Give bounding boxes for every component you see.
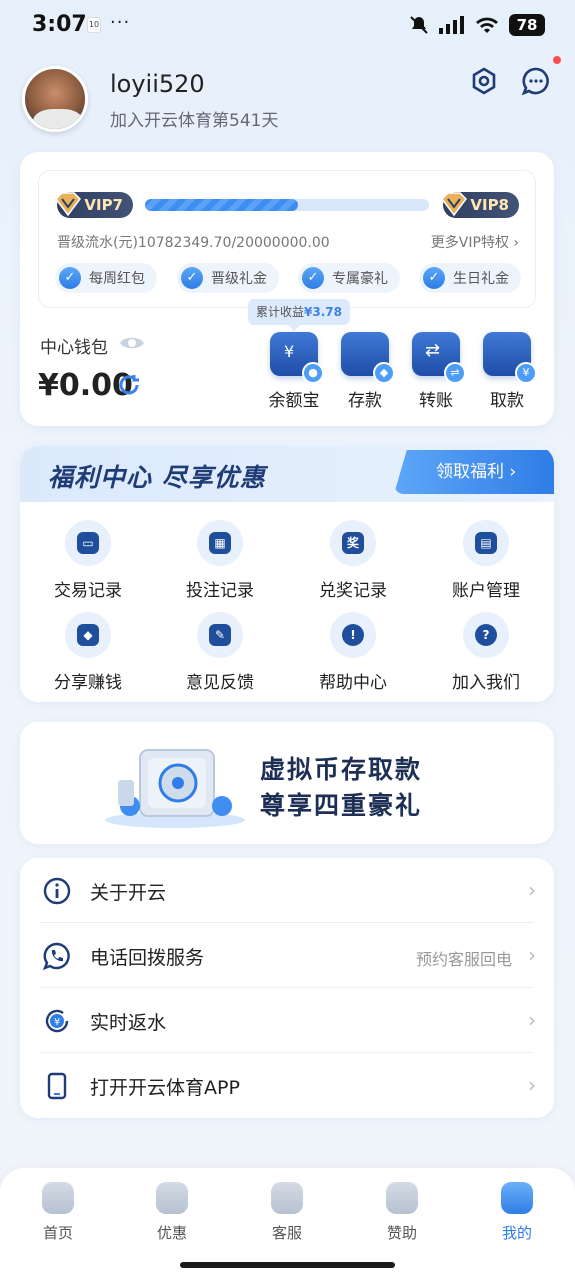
svg-text:¥: ¥ — [54, 1017, 60, 1028]
calendar-icon: 10 — [87, 17, 101, 33]
medal-icon — [386, 1182, 418, 1214]
mobile-icon — [47, 1072, 67, 1100]
earnings-tooltip: 累计收益¥3.78 — [248, 299, 350, 331]
status-icons: 78 — [409, 14, 545, 36]
grid-prize-records[interactable]: 奖兑奖记录 — [293, 520, 413, 601]
vip-panel[interactable]: VIP7 VIP8 晋级流水(元)10782349.70/20000000.00… — [38, 170, 536, 308]
vip-gem-icon — [441, 192, 467, 217]
settings-menu: 关于开云 › 电话回拨服务 预约客服回电 › ¥ 实时返水 › 打开开云体育AP… — [20, 858, 554, 1118]
more-vip-link[interactable]: 更多VIP特权 › — [431, 232, 519, 252]
refresh-icon[interactable] — [116, 372, 142, 398]
vip-progress-bar — [145, 199, 429, 211]
banner-line-2: 尊享四重豪礼 — [260, 791, 423, 820]
transfer-icon: ⇄ ⇌ — [412, 332, 466, 384]
yuebao-icon: ¥ ● — [270, 332, 324, 384]
menu-realtime-rebate[interactable]: ¥ 实时返水 › — [20, 988, 554, 1053]
vip-current-label: VIP7 — [84, 196, 123, 214]
phone-icon — [42, 942, 70, 971]
battery-icon: 78 — [509, 14, 545, 36]
home-icon — [42, 1182, 74, 1214]
username: loyii520 — [110, 70, 205, 98]
profile-icon — [501, 1182, 533, 1214]
chevron-right-icon: › — [528, 943, 536, 967]
welfare-center-card: 福利中心 尽享优惠 领取福利 › ▭ 交易记录 ▦ 投注记录 奖兑奖记录 ▤ 账户管理… — [20, 446, 554, 702]
vip-progress-fill — [145, 199, 299, 211]
menu-callback-service[interactable]: 电话回拨服务 预约客服回电 › — [20, 923, 554, 988]
crypto-banner[interactable]: 虚拟币存取款 尊享四重豪礼 — [20, 722, 554, 844]
info-icon — [43, 877, 71, 905]
perk-weekly-bonus[interactable]: ✓ 每周红包 — [55, 263, 157, 293]
deposit-button[interactable]: ◆ 存款 — [335, 332, 395, 411]
help-icon: ! — [330, 612, 376, 658]
edit-icon: ✎ — [197, 612, 243, 658]
tab-sponsor[interactable]: 赞助 — [362, 1182, 442, 1243]
grid-join-us[interactable]: ? 加入我们 — [426, 612, 546, 693]
perk-birthday-gift[interactable]: ✓ 生日礼金 — [419, 263, 521, 293]
withdraw-card-icon: ¥ — [483, 332, 537, 384]
wallet-icon: ▭ — [65, 520, 111, 566]
question-icon: ? — [463, 612, 509, 658]
tab-home[interactable]: 首页 — [18, 1182, 98, 1243]
claim-welfare-button[interactable]: 领取福利 › — [394, 450, 554, 494]
prize-icon: 奖 — [330, 520, 376, 566]
withdraw-button[interactable]: ¥ 取款 — [477, 332, 537, 411]
promotion-text: 晋级流水(元)10782349.70/20000000.00 — [57, 235, 330, 251]
chevron-right-icon: › — [528, 1008, 536, 1032]
callback-subtitle: 预约客服回电 — [415, 950, 512, 969]
grid-share-earn[interactable]: ◆ 分享赚钱 — [28, 612, 148, 693]
banner-line-1: 虚拟币存取款 — [260, 755, 423, 784]
notification-dot — [553, 56, 561, 64]
chevron-right-icon: › — [528, 878, 536, 902]
wifi-icon — [476, 17, 498, 33]
grid-account-management[interactable]: ▤ 账户管理 — [426, 520, 546, 601]
calendar-icon: ▦ — [197, 520, 243, 566]
headset-icon — [271, 1182, 303, 1214]
check-icon: ✓ — [302, 267, 324, 289]
signal-icon — [439, 16, 464, 34]
more-dots: ··· — [110, 12, 131, 33]
check-icon: ✓ — [423, 267, 445, 289]
wallet-label: 中心钱包 — [40, 338, 108, 358]
account-card-icon: ▤ — [463, 520, 509, 566]
handshake-icon: ◆ — [65, 612, 111, 658]
status-time: 3:07 — [32, 12, 87, 37]
vip-current-badge: VIP7 — [55, 192, 133, 218]
grid-transaction-records[interactable]: ▭ 交易记录 — [28, 520, 148, 601]
check-icon: ✓ — [181, 267, 203, 289]
rebate-icon: ¥ — [45, 1009, 69, 1033]
grid-help-center[interactable]: ! 帮助中心 — [293, 612, 413, 693]
check-icon: ✓ — [59, 267, 81, 289]
tab-support[interactable]: 客服 — [247, 1182, 327, 1243]
perk-exclusive-gift[interactable]: ✓ 专属豪礼 — [298, 263, 400, 293]
tab-mine[interactable]: 我的 — [477, 1182, 557, 1243]
eye-icon[interactable] — [118, 333, 146, 353]
gift-icon — [156, 1182, 188, 1214]
vip-gem-icon — [55, 192, 81, 217]
vip-next-label: VIP8 — [470, 196, 509, 214]
grid-feedback[interactable]: ✎ 意见反馈 — [160, 612, 280, 693]
avatar[interactable] — [22, 66, 88, 132]
transfer-button[interactable]: ⇄ ⇌ 转账 — [406, 332, 466, 411]
status-bar: 3:07 10 ··· 78 — [0, 0, 575, 54]
menu-open-app[interactable]: 打开开云体育APP › — [20, 1053, 554, 1118]
welfare-title: 福利中心 尽享优惠 — [48, 463, 266, 492]
home-indicator — [180, 1262, 395, 1268]
menu-about[interactable]: 关于开云 › — [20, 858, 554, 923]
tab-offers[interactable]: 优惠 — [132, 1182, 212, 1243]
welfare-header: 福利中心 尽享优惠 领取福利 › — [20, 446, 554, 502]
vip-next-badge: VIP8 — [441, 192, 519, 218]
message-icon[interactable] — [521, 66, 551, 96]
join-days-text: 加入开云体育第541天 — [110, 111, 279, 131]
yuebao-button[interactable]: ¥ ● 余额宝 — [264, 332, 324, 411]
mute-bell-icon — [410, 16, 428, 34]
safe-illustration-icon — [105, 749, 245, 828]
chevron-right-icon: › — [528, 1073, 536, 1097]
settings-hexagon-icon[interactable] — [469, 66, 499, 96]
perk-promotion-gift[interactable]: ✓ 晋级礼金 — [177, 263, 279, 293]
deposit-wallet-icon: ◆ — [341, 332, 395, 384]
grid-bet-records[interactable]: ▦ 投注记录 — [160, 520, 280, 601]
